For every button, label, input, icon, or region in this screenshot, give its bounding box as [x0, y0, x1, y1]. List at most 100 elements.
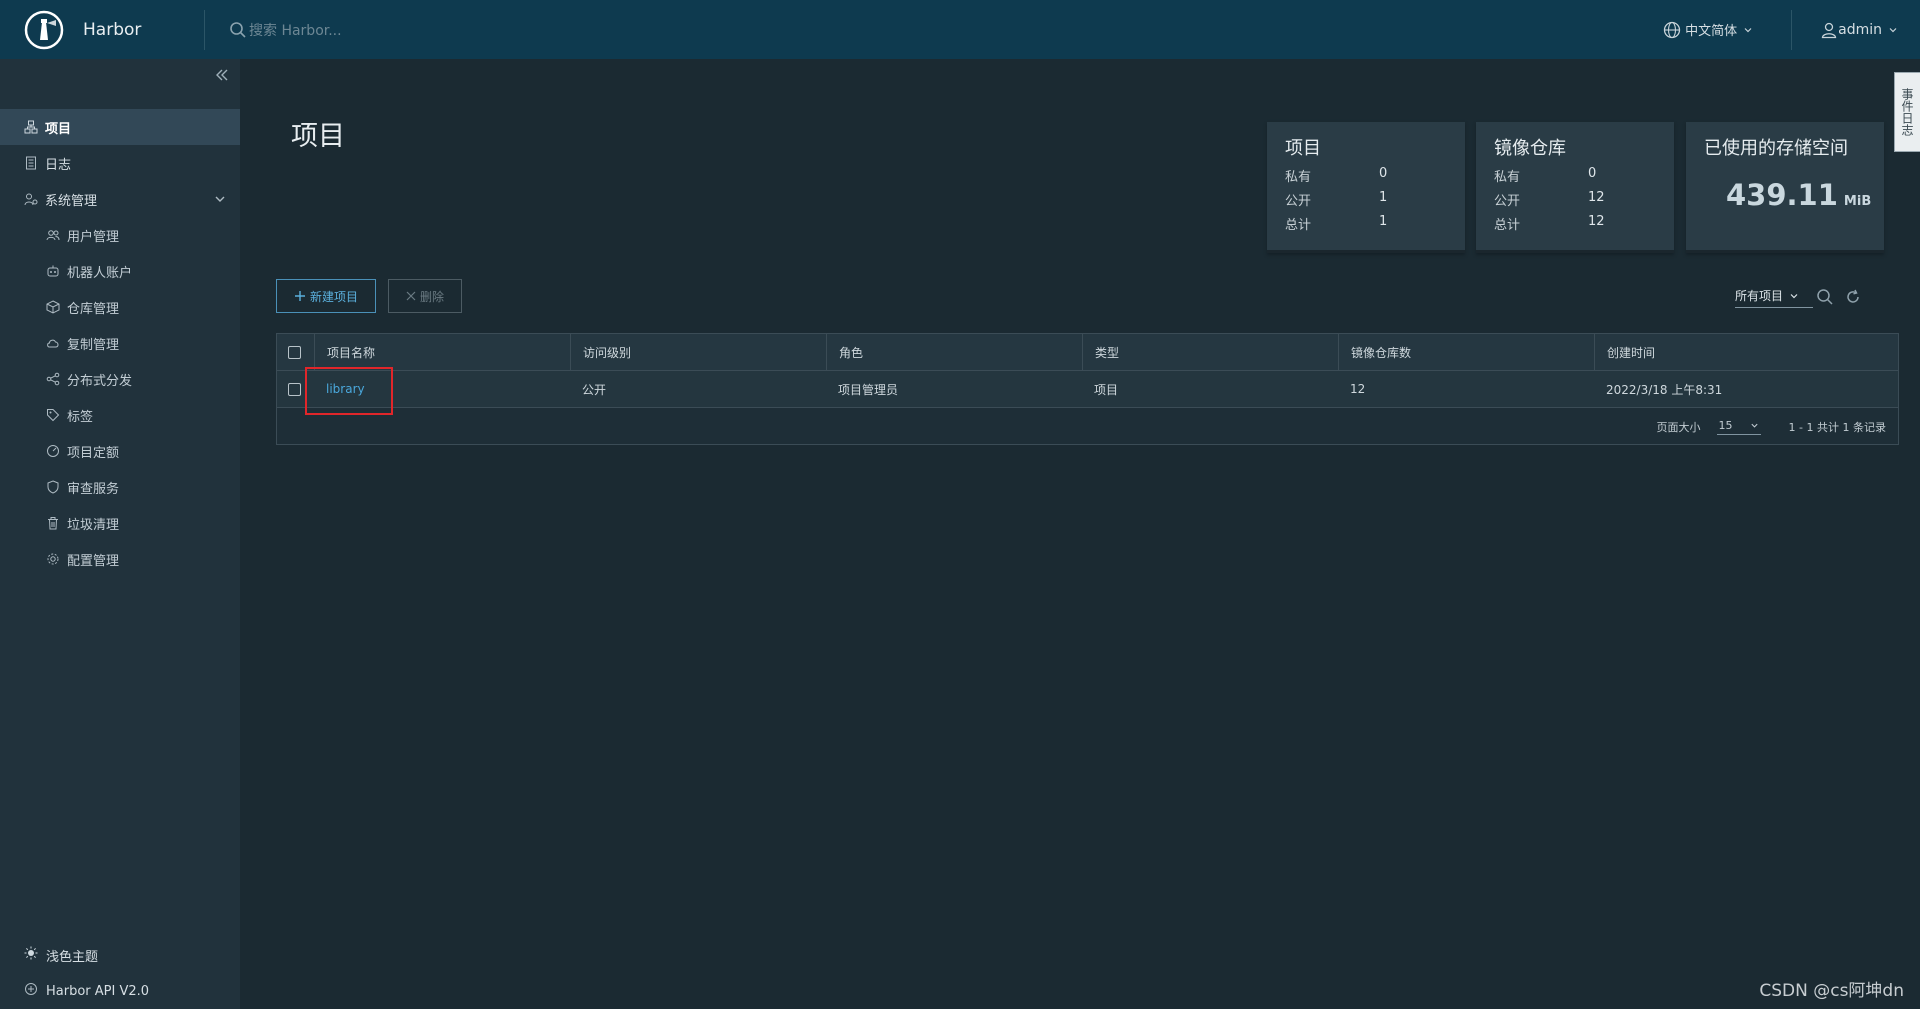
log-icon [24, 156, 38, 170]
stat-private: 私有 0 [1285, 166, 1387, 185]
chevron-down-icon [215, 196, 225, 202]
sidebar-item-interrogation[interactable]: 审查服务 [0, 469, 240, 505]
global-search[interactable]: 搜索 Harbor... [229, 20, 342, 40]
role: 项目管理员 [838, 382, 899, 397]
sidebar-item-label: 用户管理 [67, 229, 120, 245]
stat-private: 私有 0 [1494, 166, 1596, 185]
api-label: Harbor API V2.0 [46, 983, 150, 999]
column-header[interactable]: 创建时间 [1594, 334, 1898, 370]
stat-public: 公开 12 [1494, 190, 1605, 209]
api-explorer-link[interactable]: Harbor API V2.0 [24, 973, 149, 1009]
replication-icon [46, 336, 60, 350]
users-icon [46, 228, 60, 242]
sidebar-item-quotas[interactable]: 项目定额 [0, 433, 240, 469]
sidebar-item-label: 复制管理 [67, 337, 120, 353]
sidebar-item-label: 日志 [45, 157, 72, 173]
double-chevron-left-icon [216, 69, 228, 81]
event-log-tab[interactable]: 事件日志 [1894, 72, 1920, 152]
sidebar-item-label: 系统管理 [45, 193, 98, 209]
type: 项目 [1094, 382, 1119, 397]
chevron-down-icon [1889, 27, 1897, 32]
stat-label: 私有 [1494, 170, 1521, 185]
page-title: 项目 [291, 121, 345, 152]
new-project-label: 新建项目 [309, 289, 358, 304]
page-size-value: 15 [1718, 419, 1733, 432]
api-icon [24, 982, 38, 1000]
language-selector[interactable]: 中文简体 [1663, 20, 1791, 39]
admin-icon [24, 192, 38, 206]
stat-label: 私有 [1285, 170, 1312, 185]
search-icon[interactable] [1816, 288, 1834, 306]
storage-used: 439.11 MiB [1726, 178, 1871, 212]
plus-icon [294, 291, 305, 301]
chevron-down-icon [1790, 293, 1798, 298]
projects-summary-card: 项目 私有 0 公开 1 总计 1 [1267, 122, 1465, 253]
quota-icon [46, 444, 60, 458]
sidebar-item-admin[interactable]: 系统管理 [0, 181, 240, 217]
select-all-checkbox[interactable] [277, 334, 314, 370]
sidebar-item-distribution[interactable]: 分布式分发 [0, 361, 240, 397]
column-header[interactable]: 项目名称 [314, 334, 570, 370]
column-header[interactable]: 类型 [1082, 334, 1338, 370]
distribution-icon [46, 372, 60, 386]
project-filter-select[interactable]: 所有项目 [1735, 287, 1813, 308]
sidebar-item-robots[interactable]: 机器人账户 [0, 253, 240, 289]
trash-icon [46, 516, 60, 530]
sidebar-item-replication[interactable]: 复制管理 [0, 325, 240, 361]
theme-label: 浅色主题 [46, 949, 99, 965]
search-icon [230, 21, 246, 38]
stat-total: 总计 12 [1494, 214, 1605, 233]
sidebar-item-label: 审查服务 [67, 481, 120, 497]
new-project-button[interactable]: 新建项目 [276, 279, 376, 313]
sidebar-footer: 浅色主题 Harbor API V2.0 [24, 937, 149, 1009]
table-row: library 公开 项目管理员 项目 12 2022/3/18 上午8:31 [277, 371, 1898, 408]
refresh-icon[interactable] [1844, 288, 1862, 306]
sidebar-item-label: 仓库管理 [67, 301, 120, 317]
header-divider [204, 9, 205, 50]
projects-icon [24, 120, 38, 134]
harbor-logo-icon [24, 10, 64, 49]
table-header: 项目名称 访问级别 角色 类型 镜像仓库数 创建时间 [277, 334, 1898, 371]
card-title: 项目 [1285, 138, 1321, 159]
creation-time: 2022/3/18 上午8:31 [1606, 382, 1723, 397]
sidebar-item-label: 垃圾清理 [67, 517, 120, 533]
shield-icon [46, 480, 60, 494]
sidebar: 项目 日志 系统管理 用户管理 机器人账户 仓库管理 复制管理 分布式分发 标签… [0, 59, 240, 1009]
username: admin [1838, 21, 1882, 38]
page-size-label: 页面大小 [1656, 421, 1701, 434]
stat-value: 1 [1379, 214, 1388, 229]
sidebar-item-label: 项目 [45, 121, 72, 137]
chevron-down-icon [1750, 423, 1758, 428]
stat-label: 总计 [1494, 218, 1521, 233]
table-footer: 页面大小 15 1 - 1 共计 1 条记录 [277, 408, 1898, 446]
page-size-select[interactable]: 15 [1716, 419, 1761, 435]
stat-value: 12 [1588, 214, 1605, 229]
theme-toggle[interactable]: 浅色主题 [24, 937, 149, 973]
search-input[interactable]: 搜索 Harbor... [249, 20, 342, 40]
column-header[interactable]: 镜像仓库数 [1338, 334, 1594, 370]
sidebar-item-logs[interactable]: 日志 [0, 145, 240, 181]
brand[interactable]: Harbor [0, 0, 204, 59]
column-header[interactable]: 访问级别 [570, 334, 826, 370]
sidebar-item-config[interactable]: 配置管理 [0, 541, 240, 577]
sidebar-item-labels[interactable]: 标签 [0, 397, 240, 433]
sidebar-item-projects[interactable]: 项目 [0, 109, 240, 145]
stat-label: 总计 [1285, 218, 1312, 233]
sidebar-item-gc[interactable]: 垃圾清理 [0, 505, 240, 541]
sidebar-item-label: 机器人账户 [67, 265, 133, 281]
storage-value: 439.11 [1726, 178, 1838, 212]
repo-count: 12 [1350, 382, 1366, 396]
top-header: Harbor 搜索 Harbor... 中文简体 admin [0, 0, 1920, 59]
user-menu[interactable]: admin [1791, 9, 1920, 50]
column-header[interactable]: 角色 [826, 334, 1082, 370]
annotation-highlight-box [305, 367, 393, 415]
sidebar-item-registries[interactable]: 仓库管理 [0, 289, 240, 325]
brand-name: Harbor [83, 19, 142, 40]
projects-table: 项目名称 访问级别 角色 类型 镜像仓库数 创建时间 library 公开 项目… [276, 333, 1899, 445]
stat-label: 公开 [1494, 194, 1521, 209]
collapse-sidebar-button[interactable] [214, 67, 230, 87]
sidebar-item-label: 分布式分发 [67, 373, 133, 389]
sidebar-item-users[interactable]: 用户管理 [0, 217, 240, 253]
tag-icon [46, 408, 60, 422]
delete-button[interactable]: 删除 [388, 279, 462, 313]
